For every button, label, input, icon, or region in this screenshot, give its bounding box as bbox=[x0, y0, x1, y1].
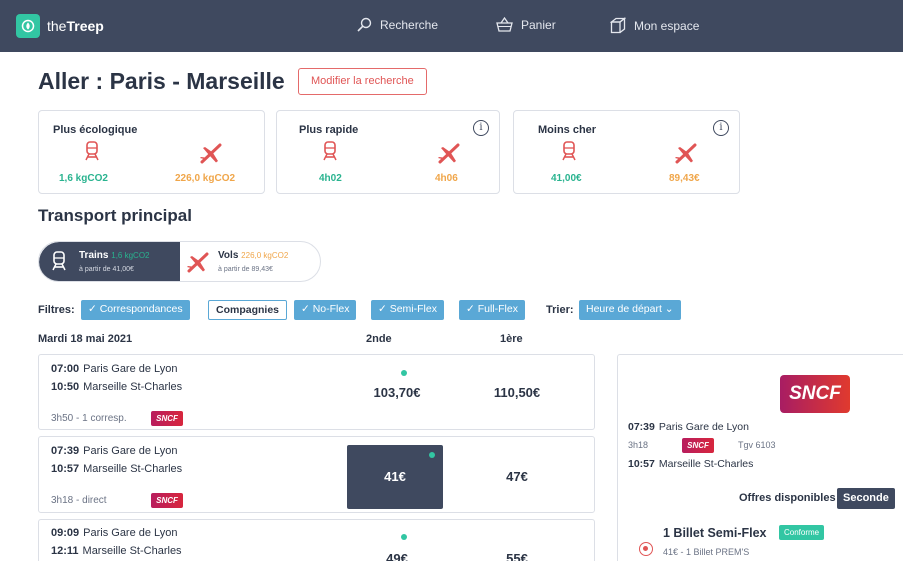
sncf-logo-small: SNCF bbox=[682, 438, 714, 453]
nav-basket-label: Panier bbox=[521, 17, 556, 32]
mode-train-tab[interactable]: Trains 1,6 kgCO2 à partir de 41,00€ bbox=[39, 242, 180, 281]
filter-compagnies[interactable]: Compagnies bbox=[208, 300, 288, 320]
sncf-logo: SNCF bbox=[151, 493, 183, 508]
conforme-badge: Conforme bbox=[779, 525, 825, 540]
eco-plane-value: 226,0 kgCO2 bbox=[175, 173, 236, 184]
filter-semi-flex[interactable]: ✓ Semi-Flex bbox=[371, 300, 444, 320]
cheap-train-value: 41,00€ bbox=[551, 173, 582, 184]
result-row[interactable]: 09:09 Paris Gare de Lyon 12:11 Marseille S… bbox=[38, 519, 595, 561]
detail-departure: 07:39 Paris Gare de Lyon bbox=[628, 421, 749, 433]
price-second-class[interactable]: 49€ bbox=[347, 551, 447, 561]
nav-search[interactable]: Recherche bbox=[356, 17, 438, 33]
filter-no-flex[interactable]: ✓ No-Flex bbox=[294, 300, 357, 320]
card-title: Plus rapide bbox=[299, 124, 359, 136]
departure: 09:09 Paris Gare de Lyon bbox=[51, 527, 178, 539]
price-second-class[interactable]: 103,70€ bbox=[347, 385, 447, 400]
train-icon bbox=[562, 141, 576, 161]
nav-account-label: Mon espace bbox=[634, 18, 700, 33]
eco-dot bbox=[401, 370, 407, 376]
price-first-class[interactable]: 110,50€ bbox=[467, 385, 567, 400]
offers-class-button[interactable]: Seconde bbox=[837, 488, 895, 509]
info-icon[interactable]: i bbox=[713, 120, 729, 136]
train-icon bbox=[85, 141, 99, 161]
nav-search-label: Recherche bbox=[380, 18, 439, 32]
price-second-class[interactable]: 41€ bbox=[345, 469, 445, 484]
nav-account[interactable]: Mon espace bbox=[610, 17, 699, 34]
arrival: 10:57 Marseille St-Charles bbox=[51, 463, 183, 475]
page-title: Aller : Paris - Marseille bbox=[38, 68, 285, 94]
date-label: Mardi 18 mai 2021 bbox=[38, 333, 133, 345]
offer-title: 1 Billet Semi-Flex bbox=[663, 526, 767, 540]
detail-duration: 3h18 bbox=[628, 440, 649, 450]
trip-detail-panel: SNCF 07:39 Paris Gare de Lyon 3h18 SNCF T… bbox=[617, 354, 903, 561]
sncf-logo: SNCF bbox=[780, 375, 850, 413]
departure: 07:39 Paris Gare de Lyon bbox=[51, 445, 178, 457]
filter-full-flex[interactable]: ✓ Full-Flex bbox=[459, 300, 525, 320]
fast-train-value: 4h02 bbox=[319, 173, 342, 184]
arrival: 12:11 Marseille St-Charles bbox=[51, 545, 182, 557]
detail-train-number: Tgv 6103 bbox=[738, 440, 776, 450]
trip-meta: 3h50 - 1 corresp. bbox=[51, 413, 127, 424]
eco-dot bbox=[401, 534, 407, 540]
offers-label: Offres disponibles bbox=[739, 492, 836, 504]
nav-basket[interactable]: Panier bbox=[496, 17, 556, 32]
box-icon bbox=[610, 17, 626, 34]
plane-icon bbox=[438, 143, 460, 164]
sort-label: Trier: bbox=[546, 304, 574, 316]
filters-label: Filtres: bbox=[38, 304, 75, 316]
column-second-class: 2nde bbox=[366, 333, 392, 345]
search-icon bbox=[357, 17, 372, 32]
result-row[interactable]: 07:00 Paris Gare de Lyon 10:50 Marseille S… bbox=[38, 354, 595, 430]
section-title: Transport principal bbox=[38, 206, 192, 225]
summary-card-fast[interactable]: Plus rapide i 4h02 4h06 bbox=[276, 110, 500, 194]
mode-plane-name: Vols 226,0 kgCO2 bbox=[218, 250, 289, 261]
result-row-selected[interactable]: 07:39 Paris Gare de Lyon 10:57 Marseille S… bbox=[38, 436, 595, 513]
train-icon bbox=[323, 141, 337, 161]
cheap-plane-value: 89,43€ bbox=[669, 173, 700, 184]
departure: 07:00 Paris Gare de Lyon bbox=[51, 363, 178, 375]
detail-arrival: 10:57 Marseille St-Charles bbox=[628, 458, 754, 470]
card-title: Moins cher bbox=[538, 124, 597, 136]
summary-card-cheap[interactable]: Moins cher i 41,00€ 89,43€ bbox=[513, 110, 740, 194]
mode-train-name: Trains 1,6 kgCO2 bbox=[79, 250, 150, 261]
card-title: Plus écologique bbox=[53, 124, 138, 136]
sncf-logo: SNCF bbox=[151, 411, 183, 426]
plane-icon bbox=[200, 143, 222, 164]
fast-plane-value: 4h06 bbox=[435, 173, 458, 184]
eco-train-value: 1,6 kgCO2 bbox=[59, 173, 108, 184]
train-icon bbox=[52, 251, 66, 271]
trip-meta: 3h18 - direct bbox=[51, 495, 107, 506]
logo-leaf-icon bbox=[16, 14, 40, 38]
offer-radio[interactable] bbox=[639, 542, 653, 556]
sort-select[interactable]: Heure de départ ⌄ bbox=[579, 300, 681, 320]
price-first-class[interactable]: 55€ bbox=[467, 551, 567, 561]
mode-train-from: à partir de 41,00€ bbox=[79, 266, 134, 273]
info-icon[interactable]: i bbox=[473, 120, 489, 136]
filter-correspondances[interactable]: ✓ Correspondances bbox=[81, 300, 190, 320]
logo[interactable]: theTreep bbox=[16, 14, 104, 38]
mode-plane-from: à partir de 89,43€ bbox=[218, 266, 273, 273]
eco-dot bbox=[429, 452, 435, 458]
modify-search-button[interactable]: Modifier la recherche bbox=[298, 68, 427, 95]
plane-icon bbox=[187, 252, 209, 273]
offer-subtitle: 41€ - 1 Billet PREM'S bbox=[663, 547, 750, 557]
arrival: 10:50 Marseille St-Charles bbox=[51, 381, 183, 393]
mode-switcher: Trains 1,6 kgCO2 à partir de 41,00€ Vols… bbox=[38, 241, 321, 282]
mode-plane-tab[interactable]: Vols 226,0 kgCO2 à partir de 89,43€ bbox=[180, 242, 320, 281]
price-first-class[interactable]: 47€ bbox=[467, 469, 567, 484]
top-bar: theTreep Recherche Panier Mon espace bbox=[0, 0, 903, 52]
basket-icon bbox=[496, 17, 513, 32]
logo-text: theTreep bbox=[47, 18, 104, 34]
plane-icon bbox=[675, 143, 697, 164]
summary-card-eco[interactable]: Plus écologique 1,6 kgCO2 226,0 kgCO2 bbox=[38, 110, 265, 194]
column-first-class: 1ère bbox=[500, 333, 523, 345]
